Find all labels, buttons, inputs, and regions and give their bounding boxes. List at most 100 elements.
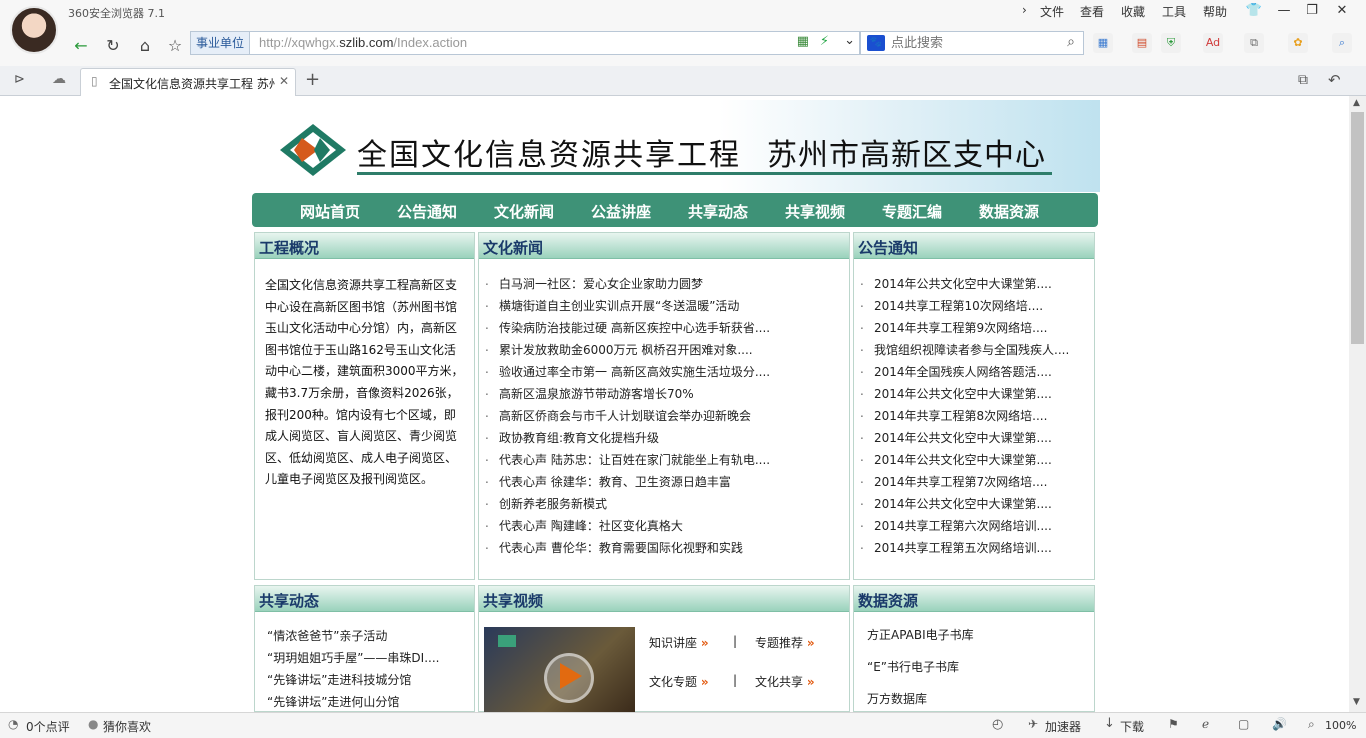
notice-item[interactable]: 2014年全国残疾人网络答题活....	[854, 361, 1094, 383]
comments-count[interactable]: 0个点评	[26, 718, 70, 735]
scroll-up-icon[interactable]: ▲	[1353, 98, 1360, 108]
dynamics-item[interactable]: “先锋讲坛”走进科技城分馆	[255, 669, 474, 691]
news-item[interactable]: 创新养老服务新模式	[479, 493, 849, 515]
nav-videos[interactable]: 共享视频	[785, 201, 845, 222]
zoom-status-icon[interactable]: ⌕	[1308, 717, 1315, 732]
nav-lectures[interactable]: 公益讲座	[591, 201, 651, 222]
close-icon[interactable]: ✕	[1328, 0, 1356, 22]
undo-close-icon[interactable]: ↶	[1328, 71, 1341, 89]
tab-list-icon[interactable]: ⧉	[1298, 72, 1308, 88]
news-item[interactable]: 传染病防治技能过硬 高新区疾控中心选手斩获省....	[479, 317, 849, 339]
scroll-down-icon[interactable]: ▼	[1353, 697, 1360, 707]
skin-icon[interactable]: 👕	[1240, 0, 1268, 22]
notice-item[interactable]: 2014共享工程第六次网络培训....	[854, 515, 1094, 537]
refresh-icon[interactable]: ↻	[100, 33, 126, 59]
news-item[interactable]: 横塘街道自主创业实训点开展“冬送温暖”活动	[479, 295, 849, 317]
news-item[interactable]: 代表心声 徐建华：教育、卫生资源日趋丰富	[479, 471, 849, 493]
address-bar[interactable]: 事业单位 http://xqwhgx.szlib.com/Index.actio…	[190, 31, 860, 55]
data-item[interactable]: 万方数据库	[867, 690, 927, 707]
zoom-level[interactable]: 100%	[1325, 719, 1356, 732]
news-item[interactable]: 高新区侨商会与市千人计划联谊会举办迎新晚会	[479, 405, 849, 427]
search-engine-icon[interactable]: 🐾	[867, 35, 885, 51]
news-item[interactable]: 累计发放救助金6000万元 枫桥召开困难对象....	[479, 339, 849, 361]
shield-icon[interactable]: ⛨	[1161, 33, 1181, 53]
news-item[interactable]: 验收通过率全市第一 高新区高效实施生活垃圾分....	[479, 361, 849, 383]
play-icon[interactable]	[560, 663, 582, 689]
lightning-icon[interactable]: ⚡	[820, 34, 829, 49]
qr-icon[interactable]: ▦	[797, 34, 809, 49]
dropdown-icon[interactable]: ⌄	[844, 33, 855, 48]
notice-item[interactable]: 我馆组织视障读者参与全国残疾人....	[854, 339, 1094, 361]
sound-icon[interactable]: 🔊	[1272, 717, 1287, 731]
back-icon[interactable]: ←	[68, 33, 94, 59]
news-item[interactable]: 代表心声 曹伦华：教育需要国际化视野和实践	[479, 537, 849, 559]
flag-icon[interactable]: ⚑	[1168, 717, 1179, 731]
menu-file[interactable]: 文件	[1040, 3, 1064, 20]
menu-help[interactable]: 帮助	[1203, 3, 1227, 20]
notice-item[interactable]: 2014年公共文化空中大课堂第....	[854, 273, 1094, 295]
video-link-topics[interactable]: 文化专题 »	[649, 673, 709, 690]
news-item[interactable]: 政协教育组:教育文化提档升级	[479, 427, 849, 449]
tab-active[interactable]: ▯ 全国文化信息资源共享工程 苏州 ✕	[80, 68, 296, 96]
star-icon[interactable]: ☆	[162, 33, 188, 59]
window-icon[interactable]: ▢	[1238, 717, 1249, 731]
guess-icon[interactable]: ●	[88, 717, 98, 731]
comment-icon[interactable]: ◔	[8, 717, 18, 731]
screenshot-icon[interactable]: ⧉	[1244, 33, 1264, 53]
nav-notices[interactable]: 公告通知	[397, 201, 457, 222]
news-item[interactable]: 高新区温泉旅游节带动游客增长70%	[479, 383, 849, 405]
notice-item[interactable]: 2014年公共文化空中大课堂第....	[854, 449, 1094, 471]
sidebar-toggle-icon[interactable]: ⊳	[14, 72, 25, 87]
news-item[interactable]: 白马涧一社区：爱心女企业家助力圆梦	[479, 273, 849, 295]
avatar[interactable]	[10, 6, 58, 54]
notice-item[interactable]: 2014共享工程第10次网络培....	[854, 295, 1094, 317]
scroll-thumb[interactable]	[1351, 112, 1364, 344]
dynamics-item[interactable]: “先锋讲坛”走进何山分馆	[255, 691, 474, 713]
nav-dynamics[interactable]: 共享动态	[688, 201, 748, 222]
menu-favorites[interactable]: 收藏	[1121, 3, 1145, 20]
menu-view[interactable]: 查看	[1080, 3, 1104, 20]
download-icon[interactable]: ↓	[1104, 716, 1115, 731]
calendar-icon[interactable]: ▤	[1132, 33, 1152, 53]
download-label[interactable]: 下载	[1120, 718, 1144, 735]
video-link-lectures[interactable]: 知识讲座 »	[649, 634, 709, 651]
news-item[interactable]: 代表心声 陆苏忠：让百姓在家门就能坐上有轨电....	[479, 449, 849, 471]
dynamics-item[interactable]: “情浓爸爸节”亲子活动	[255, 625, 474, 647]
notice-item[interactable]: 2014年公共文化空中大课堂第....	[854, 427, 1094, 449]
chevron-right-icon[interactable]: ›	[1022, 3, 1027, 17]
notice-item[interactable]: 2014年公共文化空中大课堂第....	[854, 383, 1094, 405]
gift-icon[interactable]: ✿	[1288, 33, 1308, 53]
home-icon[interactable]: ⌂	[132, 33, 158, 59]
nav-topics[interactable]: 专题汇编	[882, 201, 942, 222]
notice-item[interactable]: 2014年公共文化空中大课堂第....	[854, 493, 1094, 515]
minimize-icon[interactable]: —	[1270, 0, 1298, 22]
guess-like[interactable]: 猜你喜欢	[103, 718, 151, 735]
accelerator-label[interactable]: 加速器	[1045, 718, 1081, 735]
speed-icon[interactable]: ◴	[992, 717, 1003, 732]
nav-home[interactable]: 网站首页	[300, 201, 360, 222]
new-tab-icon[interactable]: +	[305, 69, 320, 90]
data-item[interactable]: 方正APABI电子书库	[867, 626, 974, 643]
ie-icon[interactable]: ℯ	[1202, 717, 1209, 731]
adblock-icon[interactable]: Ad	[1203, 33, 1223, 53]
vertical-scrollbar[interactable]: ▲ ▼	[1349, 96, 1366, 712]
tab-close-icon[interactable]: ✕	[279, 74, 289, 88]
notice-item[interactable]: 2014年共享工程第8次网络培....	[854, 405, 1094, 427]
search-box[interactable]: 🐾 ⌕	[860, 31, 1084, 55]
search-icon[interactable]: ⌕	[1067, 34, 1075, 50]
dynamics-item[interactable]: “玥玥姐姐巧手屋”——串珠DI....	[255, 647, 474, 669]
apps-icon[interactable]: ▦	[1093, 33, 1113, 53]
accelerator-icon[interactable]: ✈	[1028, 717, 1038, 731]
data-item[interactable]: “E”书行电子书库	[867, 658, 959, 675]
address-url[interactable]: http://xqwhgx.szlib.com/Index.action	[259, 35, 467, 50]
nav-data[interactable]: 数据资源	[979, 201, 1039, 222]
nav-news[interactable]: 文化新闻	[494, 201, 554, 222]
notice-item[interactable]: 2014共享工程第五次网络培训....	[854, 537, 1094, 559]
video-link-share[interactable]: 文化共享 »	[755, 673, 815, 690]
notice-item[interactable]: 2014年共享工程第9次网络培....	[854, 317, 1094, 339]
zoom-icon[interactable]: ⌕	[1332, 33, 1352, 53]
search-input[interactable]	[891, 32, 1051, 54]
restore-icon[interactable]: ❐	[1298, 0, 1326, 22]
video-thumbnail[interactable]	[484, 627, 635, 713]
cloud-icon[interactable]: ☁	[52, 71, 66, 87]
